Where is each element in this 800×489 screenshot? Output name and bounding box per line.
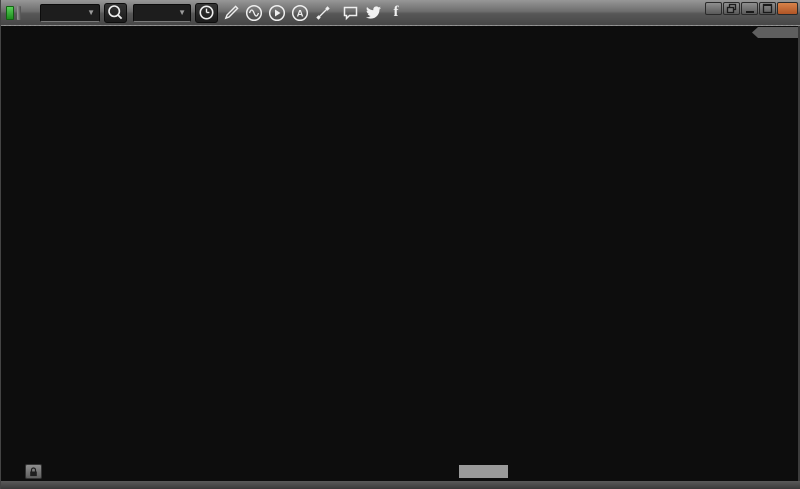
restore-button[interactable] <box>723 2 740 15</box>
symbol-input[interactable]: ▼ <box>40 4 100 22</box>
chevron-down-icon[interactable]: ▼ <box>87 8 95 17</box>
restore-icon <box>726 3 737 14</box>
lock-icon <box>29 467 38 477</box>
axis-lock-button[interactable] <box>25 464 42 479</box>
alerts-a-icon[interactable]: A <box>290 3 310 23</box>
window-bottom-edge <box>1 481 800 489</box>
toolbar-drag-handle[interactable] <box>17 6 21 20</box>
help-button[interactable] <box>705 2 722 15</box>
draw-pencil-icon[interactable] <box>221 3 241 23</box>
studies-wave-icon[interactable] <box>244 3 264 23</box>
symbol-search-button[interactable] <box>104 3 127 23</box>
toolbar: ▼ ▼ <box>1 0 800 26</box>
facebook-icon[interactable]: f <box>386 3 406 23</box>
maximize-icon <box>762 3 773 14</box>
interval-select[interactable]: ▼ <box>133 4 191 22</box>
svg-text:A: A <box>297 8 304 19</box>
close-button[interactable] <box>777 2 798 15</box>
window-controls <box>704 2 798 15</box>
replay-play-icon[interactable] <box>267 3 287 23</box>
window-active-indicator <box>6 6 14 20</box>
chevron-down-icon[interactable]: ▼ <box>178 8 186 17</box>
chart-window: ▼ ▼ <box>0 0 800 489</box>
date-marker-box <box>459 465 508 478</box>
chart-canvas[interactable] <box>1 0 800 489</box>
interval-clock-button[interactable] <box>195 3 218 23</box>
price-axis-max-tag <box>752 27 799 38</box>
trendline-tool-icon[interactable] <box>313 3 333 23</box>
clock-icon <box>198 4 215 21</box>
minimize-button[interactable] <box>741 2 758 15</box>
magnifier-icon <box>107 4 124 21</box>
maximize-button[interactable] <box>759 2 776 15</box>
chat-bubble-icon[interactable] <box>340 3 360 23</box>
minimize-icon <box>745 4 755 14</box>
twitter-icon[interactable] <box>363 3 383 23</box>
